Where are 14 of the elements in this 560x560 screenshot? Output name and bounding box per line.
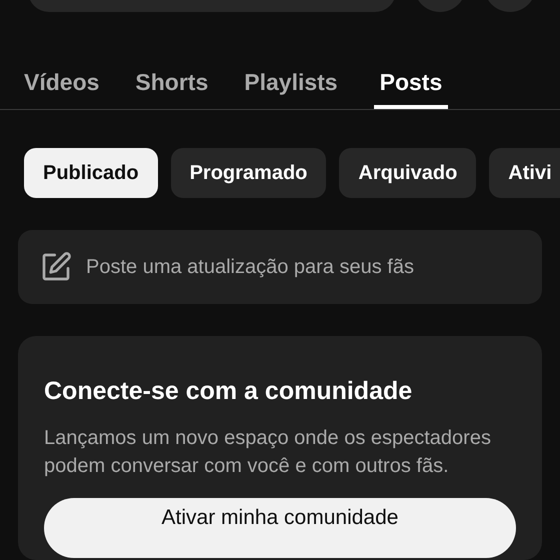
edit-icon [40,251,72,283]
tab[interactable]: Vídeos [24,11,100,109]
tab[interactable]: Shorts [135,11,208,109]
card-title: Conecte-se com a comunidade [44,376,414,406]
filter-chip[interactable]: Programado [170,148,326,198]
post-composer[interactable]: Poste uma atualização para seus fãs [18,230,542,304]
tab[interactable]: Playlists [244,11,338,109]
tab[interactable]: Posts [374,11,448,109]
composer-placeholder: Poste uma atualização para seus fãs [86,255,414,280]
card-body: Lançamos um novo espaço onde os espectadores podem conversar com você e com outros fãs. [44,426,492,479]
filter-chip[interactable]: Ativi [489,148,560,198]
filter-chip[interactable]: Arquivado [339,148,476,198]
activate-community-button[interactable]: Ativar minha comunidade [44,498,516,558]
filter-chip[interactable]: Publicado [24,148,158,198]
